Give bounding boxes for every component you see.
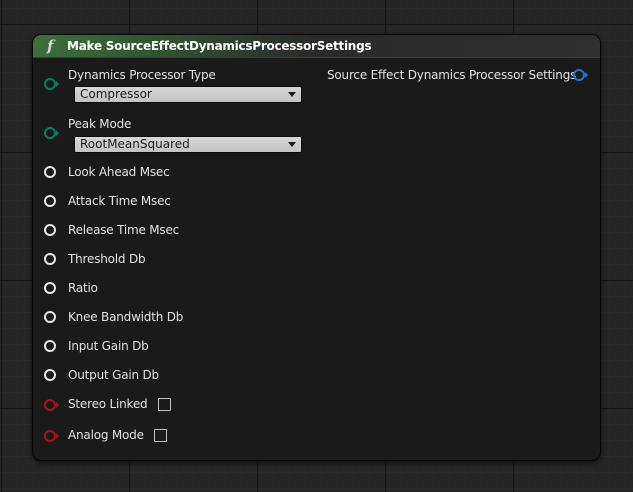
float-pin-icon[interactable] (44, 282, 56, 294)
float-pin-icon[interactable] (44, 224, 56, 236)
pin-arrow-icon (56, 81, 59, 87)
look-ahead-msec-label: Look Ahead Msec (68, 165, 170, 179)
dropdown-value: RootMeanSquared (80, 137, 190, 151)
stereo-linked-label: Stereo Linked (68, 397, 148, 411)
bool-pin-icon[interactable] (44, 399, 56, 411)
output-gain-db-label: Output Gain Db (68, 368, 159, 382)
analog-mode-checkbox[interactable] (154, 429, 167, 442)
struct-pin-icon[interactable] (573, 69, 585, 81)
node-header[interactable]: f Make SourceEffectDynamicsProcessorSett… (33, 35, 600, 58)
stereo-linked-checkbox[interactable] (158, 398, 171, 411)
float-pin-icon[interactable] (44, 166, 56, 178)
float-pin-icon[interactable] (44, 311, 56, 323)
attack-time-msec-label: Attack Time Msec (68, 194, 171, 208)
ratio-label: Ratio (68, 281, 98, 295)
input-gain-db-label: Input Gain Db (68, 339, 149, 353)
make-struct-node[interactable]: f Make SourceEffectDynamicsProcessorSett… (33, 35, 600, 460)
pin-arrow-icon (585, 72, 588, 78)
bool-pin-icon[interactable] (44, 430, 56, 442)
dynamics-processor-type-label: Dynamics Processor Type (68, 68, 216, 82)
dynamics-processor-type-dropdown[interactable]: Compressor (74, 86, 302, 103)
function-icon: f (47, 37, 54, 55)
pin-arrow-icon (56, 402, 59, 408)
release-time-msec-label: Release Time Msec (68, 223, 180, 237)
node-title: Make SourceEffectDynamicsProcessorSettin… (67, 39, 372, 53)
float-pin-icon[interactable] (44, 253, 56, 265)
output-pin-label: Source Effect Dynamics Processor Setting… (327, 68, 577, 82)
threshold-db-label: Threshold Db (68, 252, 146, 266)
enum-pin-icon[interactable] (44, 127, 56, 139)
float-pin-icon[interactable] (44, 369, 56, 381)
float-pin-icon[interactable] (44, 340, 56, 352)
analog-mode-label: Analog Mode (68, 428, 144, 442)
enum-pin-icon[interactable] (44, 78, 56, 90)
peak-mode-dropdown[interactable]: RootMeanSquared (74, 136, 302, 153)
pin-arrow-icon (56, 433, 59, 439)
pin-arrow-icon (56, 130, 59, 136)
chevron-down-icon (288, 92, 296, 97)
dropdown-value: Compressor (80, 87, 152, 101)
chevron-down-icon (288, 142, 296, 147)
knee-bandwidth-db-label: Knee Bandwidth Db (68, 310, 184, 324)
peak-mode-label: Peak Mode (68, 117, 132, 131)
float-pin-icon[interactable] (44, 195, 56, 207)
